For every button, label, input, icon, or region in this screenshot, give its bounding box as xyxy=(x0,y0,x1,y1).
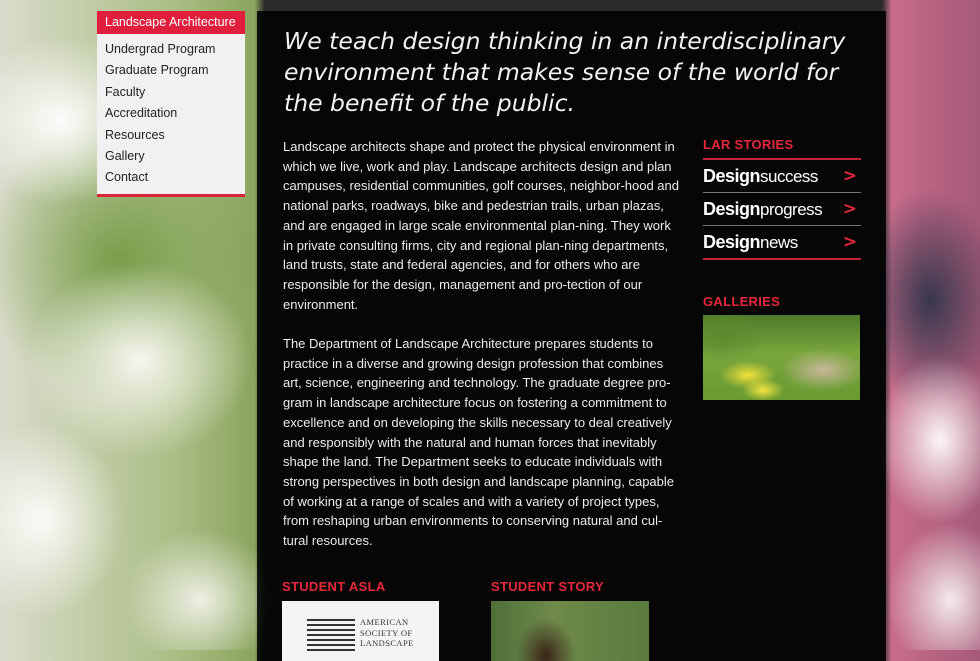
story-link-design-success[interactable]: Designsuccess > xyxy=(703,160,861,193)
story-sub: news xyxy=(760,233,798,252)
asla-logo-icon xyxy=(307,619,355,653)
arrow-right-icon: > xyxy=(842,199,857,219)
asla-logo-line: AMERICAN xyxy=(360,617,409,627)
lar-stories-heading: LAR STORIES xyxy=(703,137,794,152)
galleries-section: GALLERIES xyxy=(703,294,861,400)
asla-logo-image[interactable]: AMERICAN SOCIETY OF LANDSCAPE xyxy=(282,601,439,661)
asla-logo-text: AMERICAN SOCIETY OF LANDSCAPE xyxy=(360,617,414,649)
arrow-right-icon: > xyxy=(842,232,857,252)
nav-item-faculty[interactable]: Faculty xyxy=(97,83,245,104)
asla-logo-line: SOCIETY OF xyxy=(360,627,413,638)
student-asla-heading: STUDENT ASLA xyxy=(282,579,386,594)
arrow-right-icon: > xyxy=(842,166,857,186)
story-sub: progress xyxy=(760,200,823,219)
story-word: Design xyxy=(703,166,761,186)
nav-item-graduate-program[interactable]: Graduate Program xyxy=(97,61,245,82)
story-word: Design xyxy=(703,232,761,252)
gallery-thumbnail-image[interactable] xyxy=(703,315,860,400)
intro-paragraph: Landscape architects shape and protect t… xyxy=(283,139,679,312)
nav-item-undergrad-program[interactable]: Undergrad Program xyxy=(97,40,245,61)
right-sidebar: LAR STORIES Designsuccess > Designprogre… xyxy=(703,137,861,400)
lar-stories-list: Designsuccess > Designprogress > Designn… xyxy=(703,158,861,260)
story-sub: success xyxy=(760,167,818,186)
nav-item-gallery[interactable]: Gallery xyxy=(97,147,245,168)
nav-item-contact[interactable]: Contact xyxy=(97,168,245,189)
site-navigation: Landscape Architecture Undergrad Program… xyxy=(97,11,245,197)
story-word: Design xyxy=(703,199,761,219)
student-story-heading: STUDENT STORY xyxy=(491,579,604,594)
main-content-panel: We teach design thinking in an interdisc… xyxy=(257,11,886,661)
page-tagline: We teach design thinking in an interdisc… xyxy=(284,27,846,117)
department-paragraph: The Department of Landscape Architecture… xyxy=(283,336,674,549)
body-text: Landscape architects shape and protect t… xyxy=(283,137,681,570)
nav-item-accreditation[interactable]: Accreditation xyxy=(97,104,245,125)
nav-list: Undergrad Program Graduate Program Facul… xyxy=(97,34,245,190)
asla-logo-line: LANDSCAPE xyxy=(360,638,414,648)
story-link-design-news[interactable]: Designnews > xyxy=(703,226,861,258)
student-story-photo[interactable] xyxy=(491,601,649,661)
galleries-heading: GALLERIES xyxy=(703,294,781,309)
nav-item-resources[interactable]: Resources xyxy=(97,126,245,147)
nav-item-landscape-architecture[interactable]: Landscape Architecture xyxy=(97,11,245,34)
story-link-design-progress[interactable]: Designprogress > xyxy=(703,193,861,226)
